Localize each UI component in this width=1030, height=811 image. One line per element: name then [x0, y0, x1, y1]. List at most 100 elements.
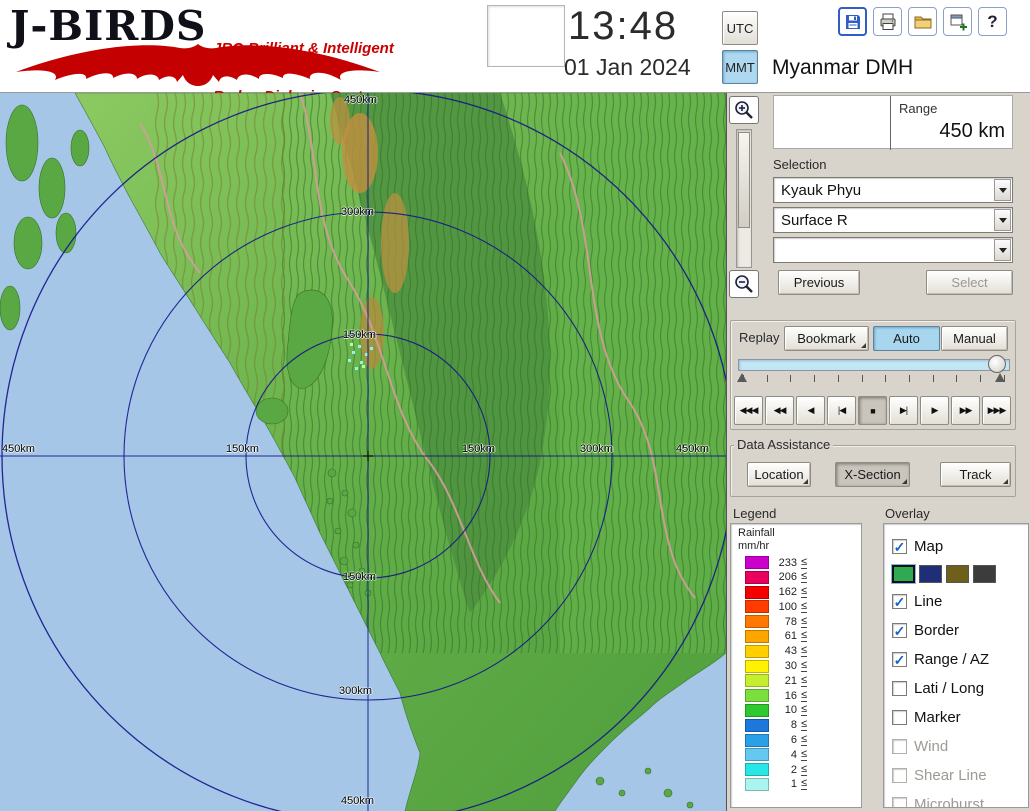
step-back-button[interactable]: |◀	[827, 396, 856, 425]
overlay-item-label: Microburst	[914, 796, 984, 808]
check-icon: ✓	[894, 540, 906, 554]
stop-button[interactable]: ■	[858, 396, 887, 425]
legend-row: 8≤	[745, 719, 861, 732]
previous-button[interactable]: Previous	[778, 270, 860, 295]
product-select[interactable]: Surface R	[773, 207, 1013, 233]
utc-button[interactable]: UTC	[722, 11, 758, 45]
skip-to-start-button[interactable]: ◀◀◀	[734, 396, 763, 425]
checkbox[interactable]	[892, 768, 907, 783]
checkbox[interactable]	[892, 739, 907, 754]
overlay-item-marker[interactable]: Marker	[884, 703, 1028, 732]
replay-timeline[interactable]	[738, 359, 1010, 371]
fast-forward-button[interactable]: ▶▶	[951, 396, 980, 425]
overlay-item-microburst[interactable]: Microburst	[884, 790, 1028, 808]
timeline-thumb[interactable]	[988, 355, 1006, 373]
map-style-swatch[interactable]	[973, 565, 996, 583]
legend-row: 61≤	[745, 630, 861, 643]
eagle-logo-icon	[8, 42, 388, 86]
help-button[interactable]: ?	[978, 7, 1007, 36]
overlay-item-label: Range / AZ	[914, 651, 989, 668]
legend-row: 6≤	[745, 734, 861, 747]
zoom-in-button[interactable]	[729, 96, 759, 124]
legend-color-swatch	[745, 704, 769, 717]
fast-rewind-button[interactable]: ◀◀	[765, 396, 794, 425]
chevron-down-icon[interactable]	[994, 239, 1011, 261]
site-select[interactable]: Kyauk Phyu	[773, 177, 1013, 203]
overlay-item-range-az[interactable]: ✓ Range / AZ	[884, 645, 1028, 674]
overlay-item-shear-line[interactable]: Shear Line	[884, 761, 1028, 790]
legend-value: 206	[769, 571, 797, 583]
legend-value: 21	[769, 675, 797, 687]
play-button[interactable]: ▶	[920, 396, 949, 425]
overlay-item-label: Lati / Long	[914, 680, 984, 697]
checkbox[interactable]: ✓	[892, 539, 907, 554]
map-style-swatch[interactable]	[892, 565, 915, 583]
status-image-box	[487, 5, 565, 67]
legend-row: 10≤	[745, 704, 861, 717]
legend-row: 30≤	[745, 660, 861, 673]
ring-label: 300km	[339, 685, 372, 697]
overlay-item-border[interactable]: ✓Border	[884, 616, 1028, 645]
legend-color-swatch	[745, 734, 769, 747]
legend-color-swatch	[745, 660, 769, 673]
manual-button[interactable]: Manual	[941, 326, 1008, 351]
extra-select[interactable]	[773, 237, 1013, 263]
zoom-controls	[728, 96, 760, 298]
legend-row: 100≤	[745, 600, 861, 613]
legend-lte: ≤	[801, 719, 807, 731]
checkbox[interactable]	[892, 710, 907, 725]
tick-mark	[814, 375, 815, 382]
play-reverse-button[interactable]: ◀	[796, 396, 825, 425]
checkbox[interactable]: ✓	[892, 594, 907, 609]
step-forward-button[interactable]: ▶|	[889, 396, 918, 425]
checkbox[interactable]	[892, 681, 907, 696]
open-folder-button[interactable]	[908, 7, 937, 36]
checkbox[interactable]	[892, 797, 907, 808]
x-section-button[interactable]: X-Section	[835, 462, 910, 487]
ring-label: 300km	[580, 443, 613, 455]
save-button[interactable]	[838, 7, 867, 36]
legend-value: 43	[769, 645, 797, 657]
legend-color-swatch	[745, 630, 769, 643]
zoom-out-button[interactable]	[729, 270, 759, 298]
overlay-item-map[interactable]: ✓Map	[884, 532, 1028, 561]
track-button[interactable]: Track	[940, 462, 1011, 487]
overlay-item-line[interactable]: ✓Line	[884, 587, 1028, 616]
print-button[interactable]	[873, 7, 902, 36]
legend-color-swatch	[745, 556, 769, 569]
checkbox[interactable]: ✓	[892, 623, 907, 638]
ring-label: 150km	[343, 571, 376, 583]
legend-lte: ≤	[801, 660, 807, 672]
legend-color-swatch	[745, 645, 769, 658]
chevron-down-icon[interactable]	[994, 179, 1011, 201]
tick-mark	[767, 375, 768, 382]
map-style-swatch[interactable]	[946, 565, 969, 583]
overlay-item-lati-long[interactable]: Lati / Long	[884, 674, 1028, 703]
legend-label: Legend	[733, 506, 776, 521]
auto-button[interactable]: Auto	[873, 326, 940, 351]
legend-lte: ≤	[801, 690, 807, 702]
chevron-down-icon[interactable]	[994, 209, 1011, 231]
bookmark-button[interactable]: Bookmark	[784, 326, 869, 351]
legend-lte: ≤	[801, 586, 807, 598]
zoom-slider-thumb[interactable]	[738, 132, 750, 228]
zoom-slider[interactable]	[736, 129, 752, 268]
radar-map-viewport[interactable]: 450km 300km 150km 150km 300km 450km 450k…	[0, 93, 726, 811]
select-button[interactable]: Select	[926, 270, 1013, 295]
map-style-swatch[interactable]	[919, 565, 942, 583]
control-panel: Range 450 km Selection Kyauk Phyu Surfac…	[726, 93, 1030, 811]
map-style-swatches	[884, 561, 1028, 587]
tick-mark	[885, 375, 886, 382]
skip-to-end-button[interactable]: ▶▶▶	[982, 396, 1011, 425]
location-button[interactable]: Location	[747, 462, 811, 487]
overlay-item-wind[interactable]: Wind	[884, 732, 1028, 761]
new-window-button[interactable]	[943, 7, 972, 36]
checkbox[interactable]: ✓	[892, 652, 907, 667]
legend-value: 4	[769, 749, 797, 761]
mmt-button[interactable]: MMT	[722, 50, 758, 84]
tick-mark	[838, 375, 839, 382]
ring-label: 450km	[2, 443, 35, 455]
legend-unit-line2: mm/hr	[738, 540, 861, 553]
legend-color-swatch	[745, 586, 769, 599]
legend-lte: ≤	[801, 601, 807, 613]
